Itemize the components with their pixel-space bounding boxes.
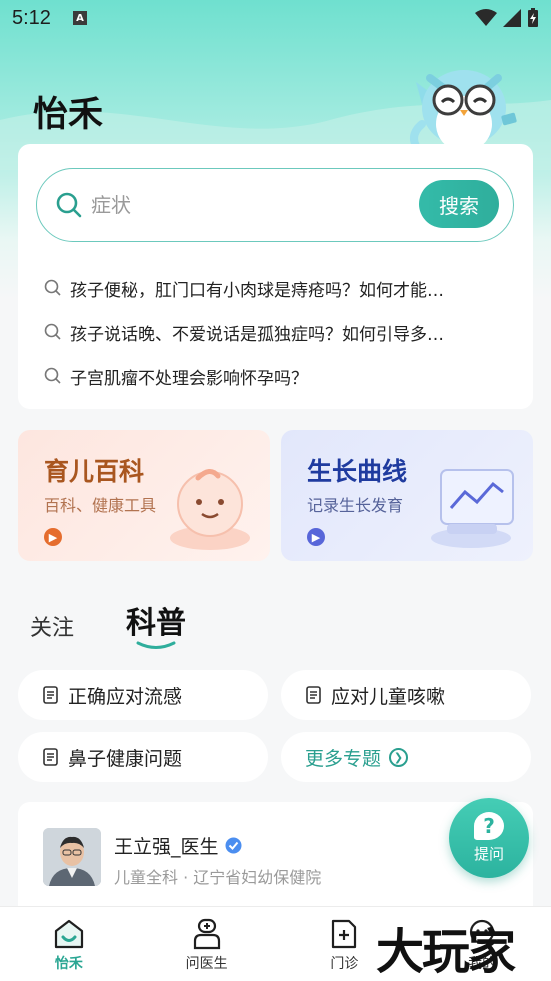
ask-label: 提问 <box>473 845 504 863</box>
topic-label: 鼻子健康问题 <box>68 747 183 770</box>
baike-title: 育儿百科 <box>44 457 145 486</box>
chart-monitor-icon <box>431 469 514 548</box>
owl-mascot-icon <box>410 70 517 152</box>
app-title: 怡禾 <box>33 95 104 135</box>
baike-card[interactable]: 育儿百科 百科、健康工具 ▶ <box>18 430 270 561</box>
status-bar: 5:12 A <box>0 0 551 36</box>
baike-subtitle: 百科、健康工具 <box>44 496 157 515</box>
ask-question-button[interactable]: ? 提问 <box>449 798 529 878</box>
tab-active-indicator <box>136 641 176 649</box>
document-icon <box>306 686 321 704</box>
hot-question-text: 孩子说话晚、不爱说话是孤独症吗？如何引导多… <box>70 324 444 345</box>
more-topics-button[interactable]: 更多专题 ❯ <box>281 732 531 782</box>
wifi-icon <box>475 9 497 26</box>
nav-item-ask-doctor[interactable]: 问医生 <box>138 907 276 981</box>
signal-icon <box>503 9 521 27</box>
chevron-right-icon: ▶ <box>44 528 62 546</box>
doctor-name: 王立强_医生 <box>114 836 219 858</box>
search-box: 搜索 <box>36 168 514 242</box>
growth-subtitle: 记录生长发育 <box>307 496 404 515</box>
home-icon <box>54 919 83 949</box>
doctor-icon <box>193 918 220 950</box>
content-tabs: 关注 科普 <box>30 598 238 649</box>
topic-chip[interactable]: 鼻子健康问题 <box>18 732 268 782</box>
doctor-avatar <box>43 828 101 886</box>
topic-label: 正确应对流感 <box>68 685 183 708</box>
tab-science-label: 科普 <box>126 606 187 641</box>
search-input[interactable] <box>91 193 391 217</box>
app-notification-icon: A <box>72 11 87 25</box>
doctor-name-row: 王立强_医生 <box>114 832 242 859</box>
chevron-right-icon: ❯ <box>389 747 409 767</box>
hot-question-text: 孩子便秘，肛门口有小肉球是痔疮吗？如何才能… <box>70 280 444 301</box>
search-icon <box>56 192 82 218</box>
search-icon <box>44 323 61 340</box>
search-icon <box>44 367 61 384</box>
hot-question-list: 孩子便秘，肛门口有小肉球是痔疮吗？如何才能… 孩子说话晚、不爱说话是孤独症吗？如… <box>44 266 514 398</box>
tab-follow[interactable]: 关注 <box>30 610 74 642</box>
search-card: 搜索 孩子便秘，肛门口有小肉球是痔疮吗？如何才能… 孩子说话晚、不爱说话是孤独症… <box>18 144 533 409</box>
topic-chip[interactable]: 正确应对流感 <box>18 670 268 720</box>
search-icon <box>44 279 61 296</box>
doctor-photo <box>43 828 101 886</box>
search-button[interactable]: 搜索 <box>419 180 499 228</box>
nav-item-home[interactable]: 怡禾 <box>0 907 138 981</box>
question-icon: ? <box>474 812 504 840</box>
hot-question-item[interactable]: 子宫肌瘤不处理会影响怀孕吗？ <box>44 354 514 398</box>
growth-title: 生长曲线 <box>307 457 408 486</box>
battery-icon <box>528 8 538 27</box>
nav-label: 怡禾 <box>54 956 83 972</box>
watermark-text: 大玩家 <box>376 924 516 980</box>
chevron-right-icon: ▶ <box>307 528 325 546</box>
growth-curve-card[interactable]: 生长曲线 记录生长发育 ▶ <box>281 430 533 561</box>
document-icon <box>43 748 58 766</box>
nav-label: 门诊 <box>330 956 359 972</box>
status-indicators <box>475 8 539 28</box>
verified-badge-icon <box>225 837 242 854</box>
status-time: 5:12 <box>12 6 51 29</box>
hot-question-text: 子宫肌瘤不处理会影响怀孕吗？ <box>70 368 308 389</box>
document-icon <box>43 686 58 704</box>
hot-question-item[interactable]: 孩子说话晚、不爱说话是孤独症吗？如何引导多… <box>44 310 514 354</box>
baby-face-icon <box>170 469 250 550</box>
tab-science[interactable]: 科普 <box>126 598 187 649</box>
clinic-icon <box>332 919 357 949</box>
nav-label: 问医生 <box>185 956 228 972</box>
more-topics-label: 更多专题 <box>305 747 382 770</box>
doctor-info: 儿童全科 · 辽宁省妇幼保健院 <box>114 868 322 887</box>
topic-chip[interactable]: 应对儿童咳嗽 <box>281 670 531 720</box>
topic-label: 应对儿童咳嗽 <box>331 685 446 708</box>
hot-question-item[interactable]: 孩子便秘，肛门口有小肉球是痔疮吗？如何才能… <box>44 266 514 310</box>
